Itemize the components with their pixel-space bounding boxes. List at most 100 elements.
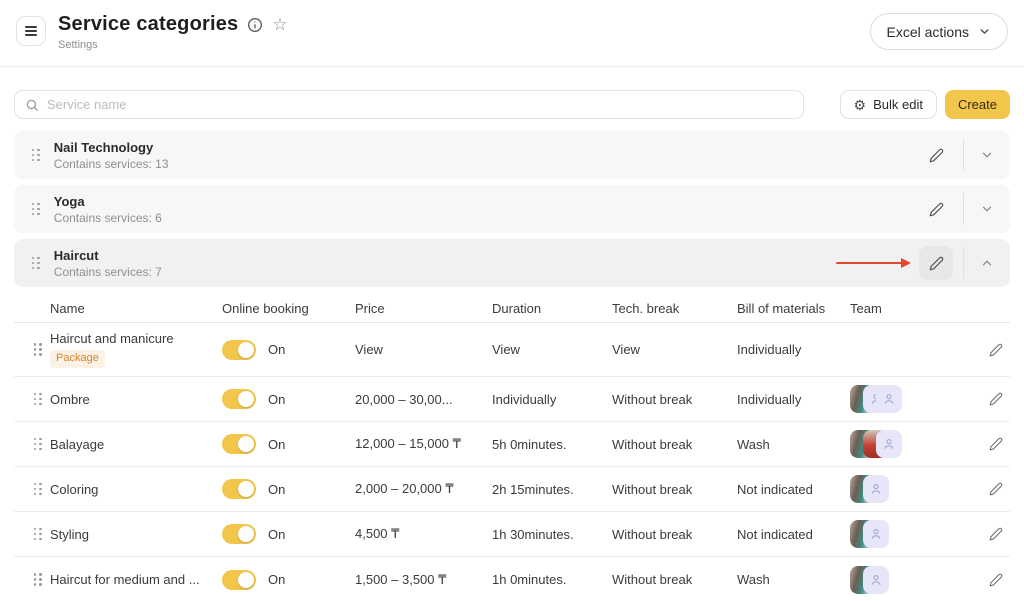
create-button[interactable]: Create bbox=[945, 90, 1010, 119]
col-header-duration: Duration bbox=[492, 301, 612, 316]
tech-break-cell: Without break bbox=[612, 482, 737, 497]
category-row-nail-technology[interactable]: Nail Technology Contains services: 13 bbox=[14, 131, 1010, 179]
drag-handle-icon[interactable] bbox=[34, 343, 42, 355]
drag-handle-icon[interactable] bbox=[34, 483, 42, 495]
info-icon[interactable] bbox=[247, 17, 263, 33]
toggle-state-label: On bbox=[268, 482, 285, 497]
table-row-ombre[interactable]: Ombre On 20,000 – 30,00... Individually … bbox=[14, 377, 1010, 422]
avatar bbox=[850, 335, 910, 365]
drag-handle-icon[interactable] bbox=[34, 528, 42, 540]
tech-break-cell: Without break bbox=[612, 527, 737, 542]
toggle-state-label: On bbox=[268, 527, 285, 542]
category-name: Nail Technology bbox=[54, 140, 169, 155]
edit-pencil-icon[interactable] bbox=[982, 475, 1010, 503]
duration-cell: 2h 15minutes. bbox=[492, 482, 612, 497]
drag-handle-icon[interactable] bbox=[32, 257, 40, 269]
excel-actions-button[interactable]: Excel actions bbox=[870, 13, 1008, 50]
duration-cell: 5h 0minutes. bbox=[492, 437, 612, 452]
page-title: Service categories bbox=[58, 13, 238, 36]
online-booking-toggle[interactable] bbox=[222, 434, 256, 454]
service-name: Coloring bbox=[50, 482, 98, 497]
table-header-row: Name Online booking Price Duration Tech.… bbox=[14, 295, 1010, 323]
tech-break-cell: View bbox=[612, 342, 737, 357]
team-avatars[interactable] bbox=[850, 385, 970, 413]
drag-handle-icon[interactable] bbox=[34, 438, 42, 450]
divider bbox=[963, 139, 964, 171]
team-avatars[interactable] bbox=[850, 430, 970, 458]
edit-pencil-icon[interactable] bbox=[982, 336, 1010, 364]
duration-cell: 1h 30minutes. bbox=[492, 527, 612, 542]
excel-actions-label: Excel actions bbox=[887, 24, 969, 40]
bill-of-materials-cell: Wash bbox=[737, 572, 850, 587]
edit-pencil-icon[interactable] bbox=[919, 246, 953, 280]
edit-pencil-icon[interactable] bbox=[919, 138, 953, 172]
price-cell: 1,500 – 3,500 ₸ bbox=[355, 572, 492, 588]
favorite-star-icon[interactable]: ☆ bbox=[272, 16, 287, 33]
category-services-count: Contains services: 13 bbox=[54, 157, 169, 171]
category-services-count: Contains services: 6 bbox=[54, 211, 162, 225]
tech-break-cell: Without break bbox=[612, 392, 737, 407]
divider bbox=[963, 247, 964, 279]
annotation-arrow bbox=[836, 262, 902, 264]
team-avatars[interactable] bbox=[850, 335, 970, 365]
category-name: Haircut bbox=[54, 248, 162, 263]
search-icon bbox=[25, 98, 39, 112]
edit-pencil-icon[interactable] bbox=[982, 385, 1010, 413]
service-name: Styling bbox=[50, 527, 89, 542]
drag-handle-icon[interactable] bbox=[32, 149, 40, 161]
online-booking-toggle[interactable] bbox=[222, 570, 256, 590]
edit-pencil-icon[interactable] bbox=[982, 566, 1010, 594]
table-row-haircut-for-medium[interactable]: Haircut for medium and ... On 1,500 – 3,… bbox=[14, 557, 1010, 601]
team-avatars[interactable] bbox=[850, 566, 970, 594]
online-booking-toggle[interactable] bbox=[222, 340, 256, 360]
service-name: Haircut for medium and ... bbox=[50, 572, 200, 587]
category-list: Nail Technology Contains services: 13 Yo… bbox=[14, 131, 1010, 287]
online-booking-toggle[interactable] bbox=[222, 524, 256, 544]
price-cell: 12,000 – 15,000 ₸ bbox=[355, 436, 492, 452]
bill-of-materials-cell: Individually bbox=[737, 392, 850, 407]
bill-of-materials-cell: Not indicated bbox=[737, 527, 850, 542]
table-row-haircut-and-manicure[interactable]: Haircut and manicure Package On View Vie… bbox=[14, 323, 1010, 377]
col-header-tech-break: Tech. break bbox=[612, 301, 737, 316]
duration-cell: View bbox=[492, 342, 612, 357]
category-row-haircut[interactable]: Haircut Contains services: 7 bbox=[14, 239, 1010, 287]
bill-of-materials-cell: Individually bbox=[737, 342, 850, 357]
person-icon bbox=[863, 475, 889, 503]
drag-handle-icon[interactable] bbox=[34, 393, 42, 405]
price-cell: 2,000 – 20,000 ₸ bbox=[355, 481, 492, 497]
online-booking-toggle[interactable] bbox=[222, 389, 256, 409]
service-name: Haircut and manicure bbox=[50, 331, 174, 346]
edit-pencil-icon[interactable] bbox=[982, 430, 1010, 458]
service-name: Balayage bbox=[50, 437, 104, 452]
bulk-edit-button[interactable]: ⚙ Bulk edit bbox=[840, 90, 937, 119]
drag-handle-icon[interactable] bbox=[34, 573, 42, 585]
drag-handle-icon[interactable] bbox=[32, 203, 40, 215]
chevron-down-icon[interactable] bbox=[974, 196, 1000, 222]
category-services-count: Contains services: 7 bbox=[54, 265, 162, 279]
person-icon bbox=[863, 566, 889, 594]
bill-of-materials-cell: Not indicated bbox=[737, 482, 850, 497]
edit-pencil-icon[interactable] bbox=[919, 192, 953, 226]
service-search[interactable] bbox=[14, 90, 804, 119]
team-avatars[interactable] bbox=[850, 520, 970, 548]
col-header-name: Name bbox=[50, 301, 222, 316]
chevron-down-icon[interactable] bbox=[974, 142, 1000, 168]
table-row-styling[interactable]: Styling On 4,500 ₸ 1h 30minutes. Without… bbox=[14, 512, 1010, 557]
edit-pencil-icon[interactable] bbox=[982, 520, 1010, 548]
category-row-yoga[interactable]: Yoga Contains services: 6 bbox=[14, 185, 1010, 233]
bill-of-materials-cell: Wash bbox=[737, 437, 850, 452]
chevron-up-icon[interactable] bbox=[974, 250, 1000, 276]
table-row-coloring[interactable]: Coloring On 2,000 – 20,000 ₸ 2h 15minute… bbox=[14, 467, 1010, 512]
col-header-price: Price bbox=[355, 301, 492, 316]
duration-cell: 1h 0minutes. bbox=[492, 572, 612, 587]
hamburger-menu-button[interactable] bbox=[16, 16, 46, 46]
online-booking-toggle[interactable] bbox=[222, 479, 256, 499]
toggle-state-label: On bbox=[268, 342, 285, 357]
person-icon bbox=[863, 520, 889, 548]
chevron-down-icon bbox=[978, 25, 991, 38]
table-row-balayage[interactable]: Balayage On 12,000 – 15,000 ₸ 5h 0minute… bbox=[14, 422, 1010, 467]
col-header-bill-of-materials: Bill of materials bbox=[737, 301, 850, 316]
team-avatars[interactable] bbox=[850, 475, 970, 503]
breadcrumb-settings: Settings bbox=[58, 39, 288, 51]
search-input[interactable] bbox=[47, 97, 793, 112]
